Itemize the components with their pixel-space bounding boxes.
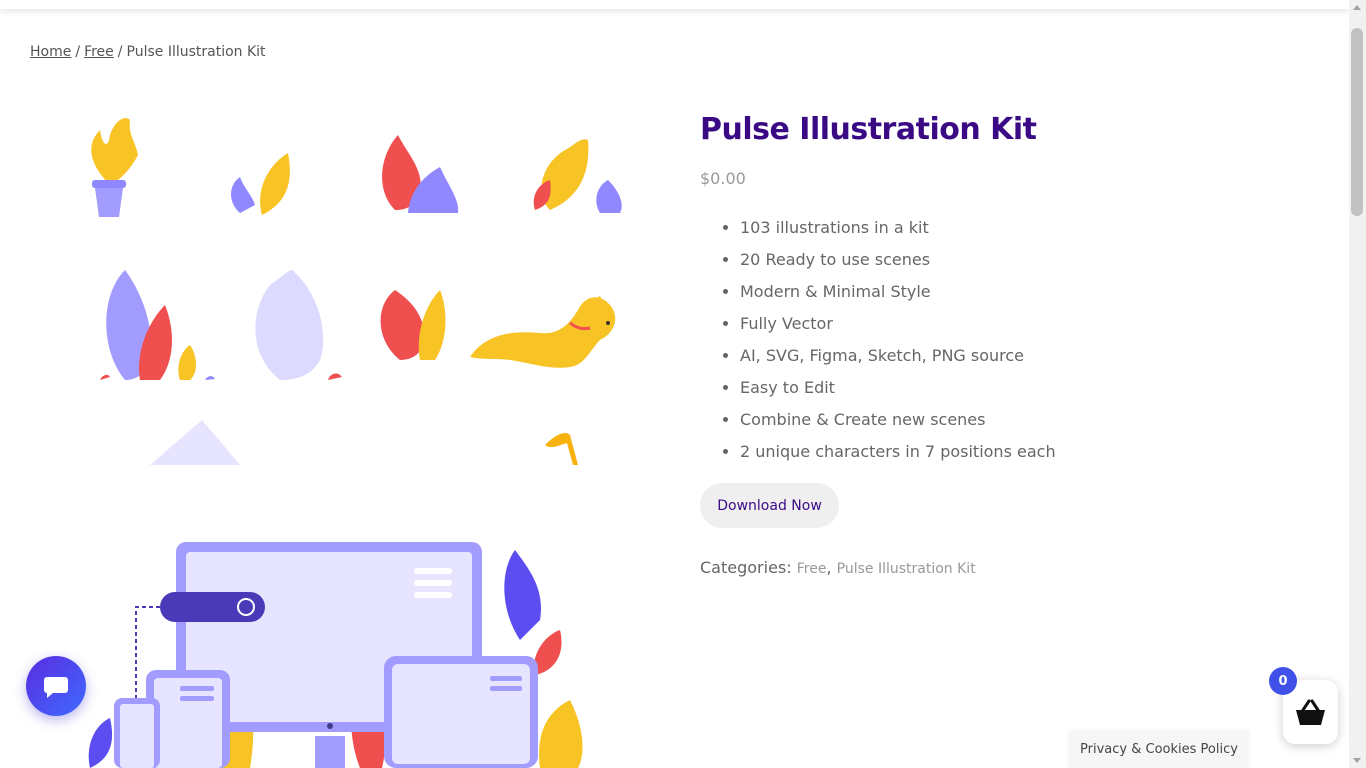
pale-leaf-illustration xyxy=(255,270,342,380)
feature-item: Fully Vector xyxy=(740,308,1056,340)
scrollbar-thumb[interactable] xyxy=(1351,28,1363,216)
top-header-bar xyxy=(0,0,1349,9)
privacy-cookies-policy-link[interactable]: Privacy & Cookies Policy xyxy=(1069,731,1249,768)
chat-widget-button[interactable] xyxy=(26,656,86,716)
download-now-button[interactable]: Download Now xyxy=(700,483,839,528)
product-hero-illustration[interactable] xyxy=(30,500,660,768)
product-categories: Categories: Free, Pulse Illustration Kit xyxy=(700,558,976,577)
feature-item: Modern & Minimal Style xyxy=(740,276,1056,308)
feature-item: 20 Ready to use scenes xyxy=(740,244,1056,276)
feature-item: Combine & Create new scenes xyxy=(740,404,1056,436)
tablet-illustration xyxy=(384,656,538,768)
lamp-illustration xyxy=(545,433,578,465)
breadcrumb-separator: / xyxy=(75,44,81,60)
page-scrollbar[interactable] xyxy=(1349,0,1366,768)
feature-item: 103 illustrations in a kit xyxy=(740,212,1056,244)
running-dog-illustration xyxy=(470,295,616,368)
breadcrumb-free-link[interactable]: Free xyxy=(84,44,114,60)
cart-count-badge: 0 xyxy=(1269,667,1297,695)
small-bush-illustration xyxy=(231,153,290,215)
breadcrumb-home-link[interactable]: Home xyxy=(30,44,71,60)
scroll-up-arrow-icon[interactable] xyxy=(1353,5,1361,10)
breadcrumb-separator: / xyxy=(117,44,123,60)
scroll-down-arrow-icon[interactable] xyxy=(1353,758,1361,763)
feature-item: Easy to Edit xyxy=(740,372,1056,404)
product-gallery-image[interactable] xyxy=(30,95,660,465)
categories-label: Categories: xyxy=(700,558,792,577)
feature-item: AI, SVG, Figma, Sketch, PNG source xyxy=(740,340,1056,372)
chat-icon xyxy=(44,677,68,698)
potted-plant-illustration xyxy=(91,118,138,217)
red-yellow-leaves-illustration xyxy=(380,290,446,360)
category-link-pulse-illustration-kit[interactable]: Pulse Illustration Kit xyxy=(837,561,976,577)
red-leaves-illustration xyxy=(382,135,459,213)
category-link-free[interactable]: Free xyxy=(797,561,827,577)
breadcrumb-current: Pulse Illustration Kit xyxy=(126,44,266,60)
product-price: $0.00 xyxy=(700,169,746,188)
feature-list: 103 illustrations in a kit 20 Ready to u… xyxy=(700,212,1056,468)
breadcrumb: Home / Free / Pulse Illustration Kit xyxy=(30,44,266,60)
triangle-shape xyxy=(150,420,240,465)
product-title: Pulse Illustration Kit xyxy=(700,112,1037,148)
tall-leaves-illustration xyxy=(100,270,215,380)
feature-item: 2 unique characters in 7 positions each xyxy=(740,436,1056,468)
phone-illustration xyxy=(114,670,230,768)
categories-separator: , xyxy=(826,558,832,577)
mixed-bush-illustration xyxy=(533,139,622,213)
